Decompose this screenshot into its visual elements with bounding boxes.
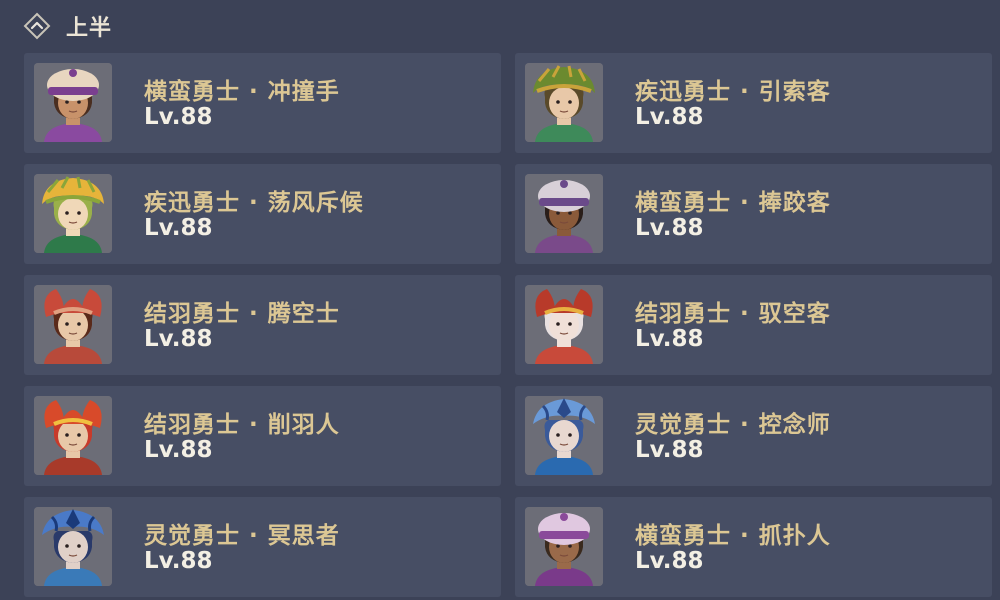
enemy-card[interactable]: 横蛮勇士 · 抓扑人 Lv.88 <box>515 497 992 597</box>
enemy-card[interactable]: 横蛮勇士 · 捧跤客 Lv.88 <box>515 164 992 264</box>
leaf-warrior-portrait <box>525 63 603 142</box>
enemy-level: Lv.88 <box>144 437 213 463</box>
enemy-level: Lv.88 <box>635 548 704 574</box>
enemy-name: 横蛮勇士 · 冲撞手 <box>144 79 340 105</box>
feather-warrior-portrait <box>34 285 112 364</box>
enemy-name: 灵觉勇士 · 冥思者 <box>144 523 340 549</box>
hat-warrior-portrait <box>34 63 112 142</box>
enemy-card[interactable]: 灵觉勇士 · 控念师 Lv.88 <box>515 386 992 486</box>
enemy-name: 横蛮勇士 · 捧跤客 <box>635 190 831 216</box>
enemy-name: 疾迅勇士 · 引索客 <box>635 79 831 105</box>
enemy-name: 横蛮勇士 · 抓扑人 <box>635 523 831 549</box>
enemy-card[interactable]: 结羽勇士 · 腾空士 Lv.88 <box>24 275 501 375</box>
enemy-level: Lv.88 <box>144 326 213 352</box>
leaf-warrior-portrait <box>34 174 112 253</box>
feather-warrior-portrait <box>525 285 603 364</box>
enemy-level: Lv.88 <box>144 104 213 130</box>
enemy-name: 结羽勇士 · 腾空士 <box>144 301 340 327</box>
enemy-card[interactable]: 灵觉勇士 · 冥思者 Lv.88 <box>24 497 501 597</box>
collapse-up-icon[interactable] <box>22 11 52 41</box>
enemy-grid: 横蛮勇士 · 冲撞手 Lv.88 疾迅勇士 · 引索客 Lv.88 疾迅勇士 · 荡… <box>24 53 992 597</box>
hat-warrior-portrait <box>525 507 603 586</box>
hat-warrior-portrait <box>525 174 603 253</box>
spirit-warrior-portrait <box>525 396 603 475</box>
enemy-list-page: 上半 横蛮勇士 · 冲撞手 Lv.88 疾迅勇士 · 引索客 Lv.88 疾迅勇… <box>0 0 1000 600</box>
enemy-name: 结羽勇士 · 削羽人 <box>144 412 340 438</box>
feather-warrior-portrait <box>34 396 112 475</box>
enemy-level: Lv.88 <box>635 104 704 130</box>
section-header[interactable]: 上半 <box>22 10 112 42</box>
enemy-card[interactable]: 疾迅勇士 · 引索客 Lv.88 <box>515 53 992 153</box>
spirit-warrior-portrait <box>34 507 112 586</box>
enemy-card[interactable]: 横蛮勇士 · 冲撞手 Lv.88 <box>24 53 501 153</box>
enemy-card[interactable]: 疾迅勇士 · 荡风斥候 Lv.88 <box>24 164 501 264</box>
enemy-level: Lv.88 <box>635 437 704 463</box>
section-title: 上半 <box>66 16 113 41</box>
enemy-level: Lv.88 <box>144 548 213 574</box>
enemy-level: Lv.88 <box>635 215 704 241</box>
enemy-name: 疾迅勇士 · 荡风斥候 <box>144 190 364 216</box>
enemy-card[interactable]: 结羽勇士 · 驭空客 Lv.88 <box>515 275 992 375</box>
enemy-level: Lv.88 <box>144 215 213 241</box>
enemy-level: Lv.88 <box>635 326 704 352</box>
enemy-name: 结羽勇士 · 驭空客 <box>635 301 831 327</box>
enemy-card[interactable]: 结羽勇士 · 削羽人 Lv.88 <box>24 386 501 486</box>
enemy-name: 灵觉勇士 · 控念师 <box>635 412 831 438</box>
